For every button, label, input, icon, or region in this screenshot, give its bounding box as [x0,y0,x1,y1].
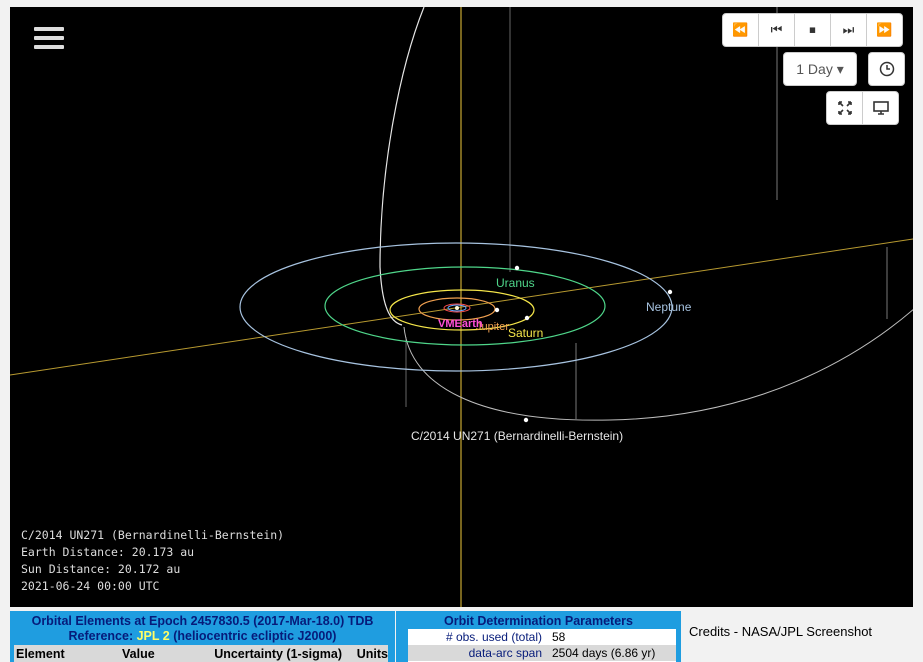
orbital-elements-reference: Reference: JPL 2 (heliocentric ecliptic … [68,629,337,643]
jpl-reference-link[interactable]: JPL 2 [137,629,170,643]
orbit-viewer-page: Uranus Neptune Saturn Jupiter VMEarth C/… [0,0,923,662]
stop-button[interactable]: ⏹ [795,14,831,46]
info-sun-distance: Sun Distance: 20.172 au [21,562,181,576]
neptune-label: Neptune [646,300,692,314]
od-key: # obs. used (total) [445,630,542,644]
column-header-units: Units [356,646,388,661]
comet-orbit-incoming [379,7,425,326]
inner-planets-label: VMEarth [438,318,483,330]
column-header-element: Element [16,646,65,661]
od-key: data-arc span [468,646,542,660]
neptune-marker[interactable] [667,289,673,295]
monitor-icon[interactable] [863,92,898,124]
object-info-readout: C/2014 UN271 (Bernardinelli-Bernstein) E… [21,527,284,595]
credits-text: Credits - NASA/JPL Screenshot [689,624,873,639]
speed-control: 1 Day ▾ [783,52,857,86]
view-controls [826,91,899,125]
od-value: 58 [552,630,566,644]
orbital-elements-title: Orbital Elements at Epoch 2457830.5 (201… [31,614,374,628]
fast-forward-button[interactable]: ⏩ [867,14,902,46]
saturn-marker[interactable] [524,315,530,321]
uranus-marker[interactable] [514,265,520,271]
column-header-value: Value [122,646,155,661]
clock-control [868,52,905,86]
info-datetime: 2021-06-24 00:00 UTC [21,579,160,593]
comet-marker[interactable] [523,417,529,423]
playback-controls: ⏪ ⏮ ⏹ ⏭ ⏩ [722,13,903,47]
fullscreen-icon[interactable] [827,92,863,124]
fast-rewind-button[interactable]: ⏪ [723,14,759,46]
speed-dropdown[interactable]: 1 Day ▾ [784,53,856,85]
comet-label: C/2014 UN271 (Bernardinelli-Bernstein) [411,429,623,443]
table-row: # obs. used (total) 58 [408,629,676,645]
orbit-determination-table: # obs. used (total) 58 data-arc span 250… [408,629,676,662]
saturn-label: Saturn [508,326,543,340]
step-forward-button[interactable]: ⏭ [831,14,867,46]
clock-icon[interactable] [869,53,904,85]
details-strip: Orbital Elements at Epoch 2457830.5 (201… [10,611,913,662]
info-earth-distance: Earth Distance: 20.173 au [21,545,195,559]
orbit-viewer-canvas[interactable]: Uranus Neptune Saturn Jupiter VMEarth C/… [10,7,913,607]
orbit-determination-title: Orbit Determination Parameters [444,614,633,628]
od-value: 2504 days (6.86 yr) [552,646,656,660]
orbital-elements-panel: Orbital Elements at Epoch 2457830.5 (201… [10,611,395,662]
hamburger-menu-icon[interactable] [34,27,64,53]
sun-marker [455,306,459,310]
jupiter-marker[interactable] [494,307,500,313]
table-row: data-arc span 2504 days (6.86 yr) [408,645,676,661]
info-object-name: C/2014 UN271 (Bernardinelli-Bernstein) [21,528,285,542]
step-back-button[interactable]: ⏮ [759,14,795,46]
orbit-diagram: Uranus Neptune Saturn Jupiter VMEarth C/… [10,7,913,607]
orbital-elements-header-row: Element Value Uncertainty (1-sigma) Unit… [14,645,388,662]
column-header-uncertainty: Uncertainty (1-sigma) [214,646,342,661]
orbit-determination-panel: Orbit Determination Parameters # obs. us… [396,611,681,662]
uranus-label: Uranus [496,276,535,290]
